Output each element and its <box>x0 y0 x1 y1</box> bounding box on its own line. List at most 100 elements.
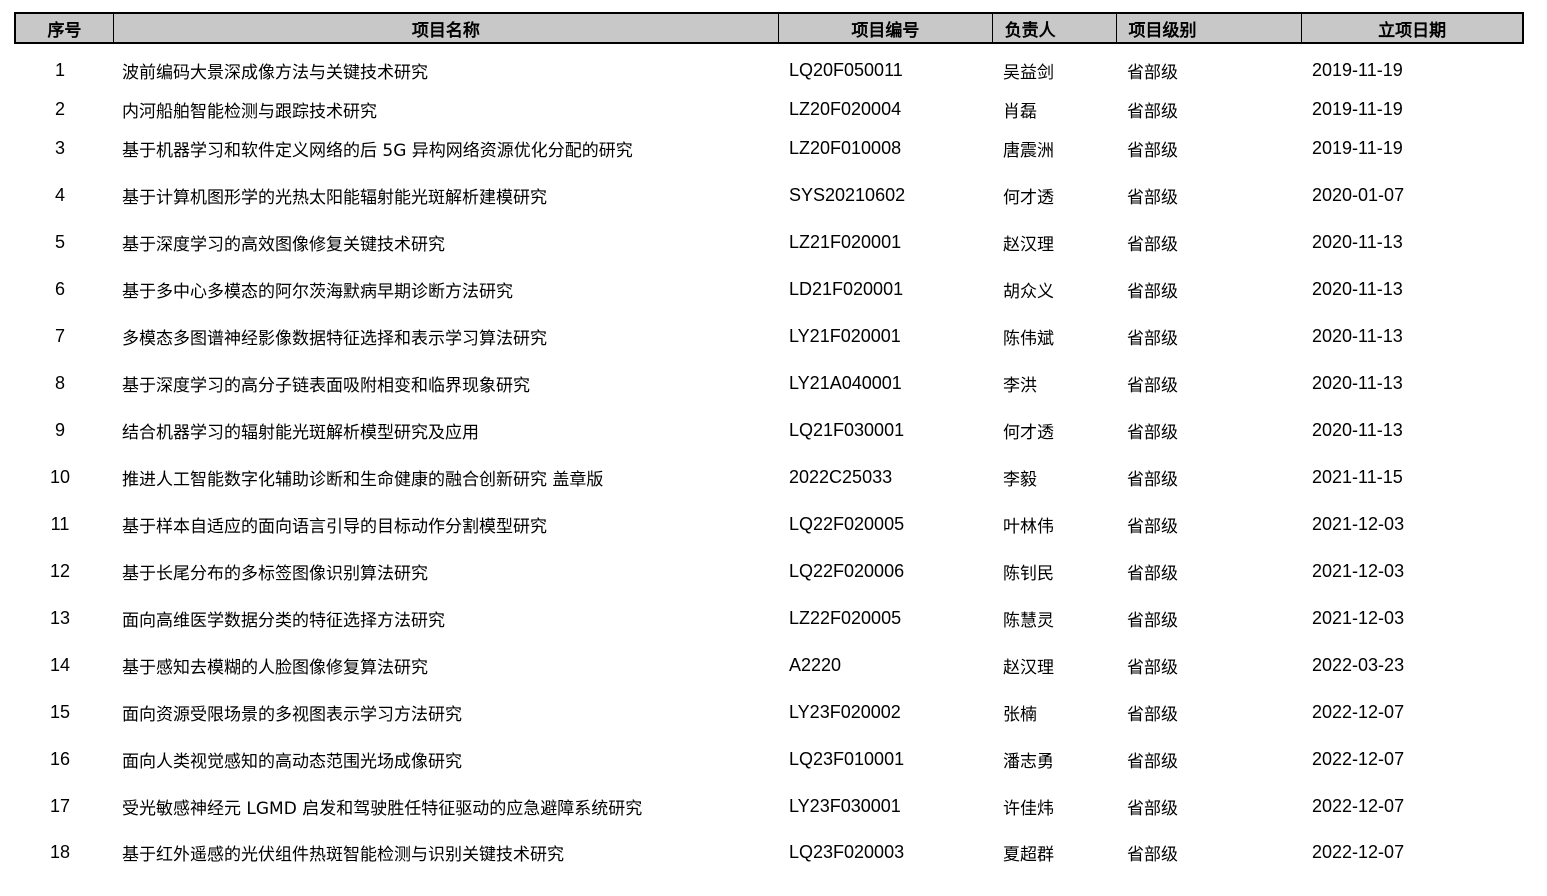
row-seq: 3 <box>54 137 65 158</box>
table-row: 16 面向人类视觉感知的高动态范围光场成像研究 LQ23F010001 潘志勇 省部级 2… <box>14 744 1522 774</box>
row-level: 省部级 <box>1127 375 1178 396</box>
row-project-name: 面向资源受限场景的多视图表示学习方法研究 <box>122 704 462 725</box>
row-project-name: 基于红外遥感的光伏组件热斑智能检测与识别关键技术研究 <box>122 844 564 865</box>
row-project-name: 受光敏感神经元 LGMD 启发和驾驶胜任特征驱动的应急避障系统研究 <box>122 798 643 819</box>
table-row: 13 面向高维医学数据分类的特征选择方法研究 LZ22F020005 陈慧灵 省部级 20… <box>14 603 1522 633</box>
row-lead: 李洪 <box>1003 375 1037 396</box>
row-date: 2022-12-07 <box>1312 701 1405 722</box>
row-project-code: LZ21F020001 <box>789 231 902 252</box>
row-lead: 张楠 <box>1003 704 1037 725</box>
row-project-code: LY21A040001 <box>789 372 902 393</box>
row-project-code: LY21F020001 <box>789 325 901 346</box>
row-project-code: LQ23F020003 <box>789 841 905 862</box>
table-row: 18 基于红外遥感的光伏组件热斑智能检测与识别关键技术研究 LQ23F020003 夏… <box>14 837 1522 867</box>
row-level: 省部级 <box>1127 610 1178 631</box>
row-seq: 13 <box>49 607 71 628</box>
row-project-name: 基于计算机图形学的光热太阳能辐射能光斑解析建模研究 <box>122 187 547 208</box>
table-row: 7 多模态多图谱神经影像数据特征选择和表示学习算法研究 LY21F020001 陈伟斌… <box>14 321 1522 351</box>
row-project-code: LQ22F020006 <box>789 560 905 581</box>
row-lead: 肖磊 <box>1003 101 1037 122</box>
row-date: 2019-11-19 <box>1312 137 1403 158</box>
row-project-name: 基于深度学习的高效图像修复关键技术研究 <box>122 234 445 255</box>
header-level: 项目级别 <box>1117 14 1303 42</box>
row-level: 省部级 <box>1127 422 1178 443</box>
row-level: 省部级 <box>1127 281 1178 302</box>
project-table: 序号 项目名称 项目编号 负责人 项目级别 立项日期 1 波前编码大景深成像方法与… <box>14 12 1524 865</box>
table-row: 8 基于深度学习的高分子链表面吸附相变和临界现象研究 LY21A040001 李洪 省部… <box>14 368 1522 398</box>
row-date: 2019-11-19 <box>1312 59 1403 80</box>
row-level: 省部级 <box>1127 234 1178 255</box>
row-seq: 5 <box>54 231 65 252</box>
row-lead: 陈慧灵 <box>1003 610 1054 631</box>
row-lead: 赵汉理 <box>1003 234 1054 255</box>
row-date: 2021-12-03 <box>1312 513 1405 534</box>
row-seq: 16 <box>49 748 71 769</box>
row-date: 2020-01-07 <box>1312 184 1405 205</box>
table-row: 6 基于多中心多模态的阿尔茨海默病早期诊断方法研究 LD21F020001 胡众义 省部… <box>14 274 1522 304</box>
row-lead: 何才透 <box>1003 422 1054 443</box>
row-date: 2022-12-07 <box>1312 841 1405 862</box>
row-lead: 夏超群 <box>1003 844 1054 865</box>
row-project-code: 2022C25033 <box>789 466 893 487</box>
row-lead: 何才透 <box>1003 187 1054 208</box>
row-project-code: LQ21F030001 <box>789 419 905 440</box>
row-lead: 吴益剑 <box>1003 62 1054 83</box>
row-project-name: 基于机器学习和软件定义网络的后 5G 异构网络资源优化分配的研究 <box>122 140 633 161</box>
row-lead: 胡众义 <box>1003 281 1054 302</box>
row-project-code: LZ20F010008 <box>789 137 902 158</box>
row-lead: 李毅 <box>1003 469 1037 490</box>
table-row: 1 波前编码大景深成像方法与关键技术研究 LQ20F050011 吴益剑 省部级 2019… <box>14 55 1522 85</box>
row-level: 省部级 <box>1127 798 1178 819</box>
table-row: 17 受光敏感神经元 LGMD 启发和驾驶胜任特征驱动的应急避障系统研究 LY23F… <box>14 791 1522 821</box>
row-date: 2020-11-13 <box>1312 419 1403 440</box>
row-project-code: LD21F020001 <box>789 278 904 299</box>
header-date: 立项日期 <box>1378 20 1447 41</box>
row-date: 2022-12-07 <box>1312 795 1405 816</box>
row-lead: 许佳炜 <box>1003 798 1054 819</box>
row-project-code: LZ20F020004 <box>789 98 902 119</box>
row-seq: 12 <box>49 560 71 581</box>
row-level: 省部级 <box>1127 657 1178 678</box>
row-seq: 11 <box>50 513 70 534</box>
row-lead: 陈钊民 <box>1003 563 1054 584</box>
row-seq: 10 <box>49 466 71 487</box>
row-project-name: 推进人工智能数字化辅助诊断和生命健康的融合创新研究 盖章版 <box>122 469 604 490</box>
table-row: 9 结合机器学习的辐射能光斑解析模型研究及应用 LQ21F030001 何才透 省部级 2… <box>14 415 1522 445</box>
row-project-name: 基于深度学习的高分子链表面吸附相变和临界现象研究 <box>122 375 530 396</box>
row-level: 省部级 <box>1127 469 1178 490</box>
row-project-name: 基于样本自适应的面向语言引导的目标动作分割模型研究 <box>122 516 547 537</box>
row-project-code: SYS20210602 <box>789 184 906 205</box>
row-lead: 赵汉理 <box>1003 657 1054 678</box>
row-project-name: 面向人类视觉感知的高动态范围光场成像研究 <box>122 751 462 772</box>
row-level: 省部级 <box>1127 328 1178 349</box>
row-date: 2022-03-23 <box>1312 654 1405 675</box>
table-row: 4 基于计算机图形学的光热太阳能辐射能光斑解析建模研究 SYS20210602 何才透… <box>14 180 1522 210</box>
row-date: 2020-11-13 <box>1312 278 1403 299</box>
table-row: 15 面向资源受限场景的多视图表示学习方法研究 LY23F020002 张楠 省部级 20… <box>14 697 1522 727</box>
table-row: 2 内河船舶智能检测与跟踪技术研究 LZ20F020004 肖磊 省部级 2019-11-… <box>14 94 1522 124</box>
table-row: 11 基于样本自适应的面向语言引导的目标动作分割模型研究 LQ22F020005 叶林… <box>14 509 1522 539</box>
row-lead: 潘志勇 <box>1003 751 1054 772</box>
table-row: 3 基于机器学习和软件定义网络的后 5G 异构网络资源优化分配的研究 LZ20F01… <box>14 133 1522 163</box>
header-seq: 序号 <box>16 14 114 42</box>
row-project-code: LY23F030001 <box>789 795 901 816</box>
table-header: 序号 项目名称 项目编号 负责人 项目级别 立项日期 <box>14 12 1524 44</box>
row-project-name: 多模态多图谱神经影像数据特征选择和表示学习算法研究 <box>122 328 547 349</box>
header-lead: 负责人 <box>993 14 1117 42</box>
row-date: 2021-12-03 <box>1312 560 1405 581</box>
row-level: 省部级 <box>1127 101 1178 122</box>
row-project-code: LZ22F020005 <box>789 607 902 628</box>
table-row: 5 基于深度学习的高效图像修复关键技术研究 LZ21F020001 赵汉理 省部级 202… <box>14 227 1522 257</box>
row-level: 省部级 <box>1127 751 1178 772</box>
row-project-name: 基于多中心多模态的阿尔茨海默病早期诊断方法研究 <box>122 281 513 302</box>
table-row: 12 基于长尾分布的多标签图像识别算法研究 LQ22F020006 陈钊民 省部级 202… <box>14 556 1522 586</box>
row-project-code: A2220 <box>789 654 842 675</box>
row-project-name: 基于感知去模糊的人脸图像修复算法研究 <box>122 657 428 678</box>
row-date: 2020-11-13 <box>1312 325 1403 346</box>
row-project-name: 内河船舶智能检测与跟踪技术研究 <box>122 101 377 122</box>
row-level: 省部级 <box>1127 187 1178 208</box>
row-project-code: LQ22F020005 <box>789 513 905 534</box>
row-date: 2020-11-13 <box>1312 231 1403 252</box>
row-level: 省部级 <box>1127 140 1178 161</box>
row-level: 省部级 <box>1127 516 1178 537</box>
